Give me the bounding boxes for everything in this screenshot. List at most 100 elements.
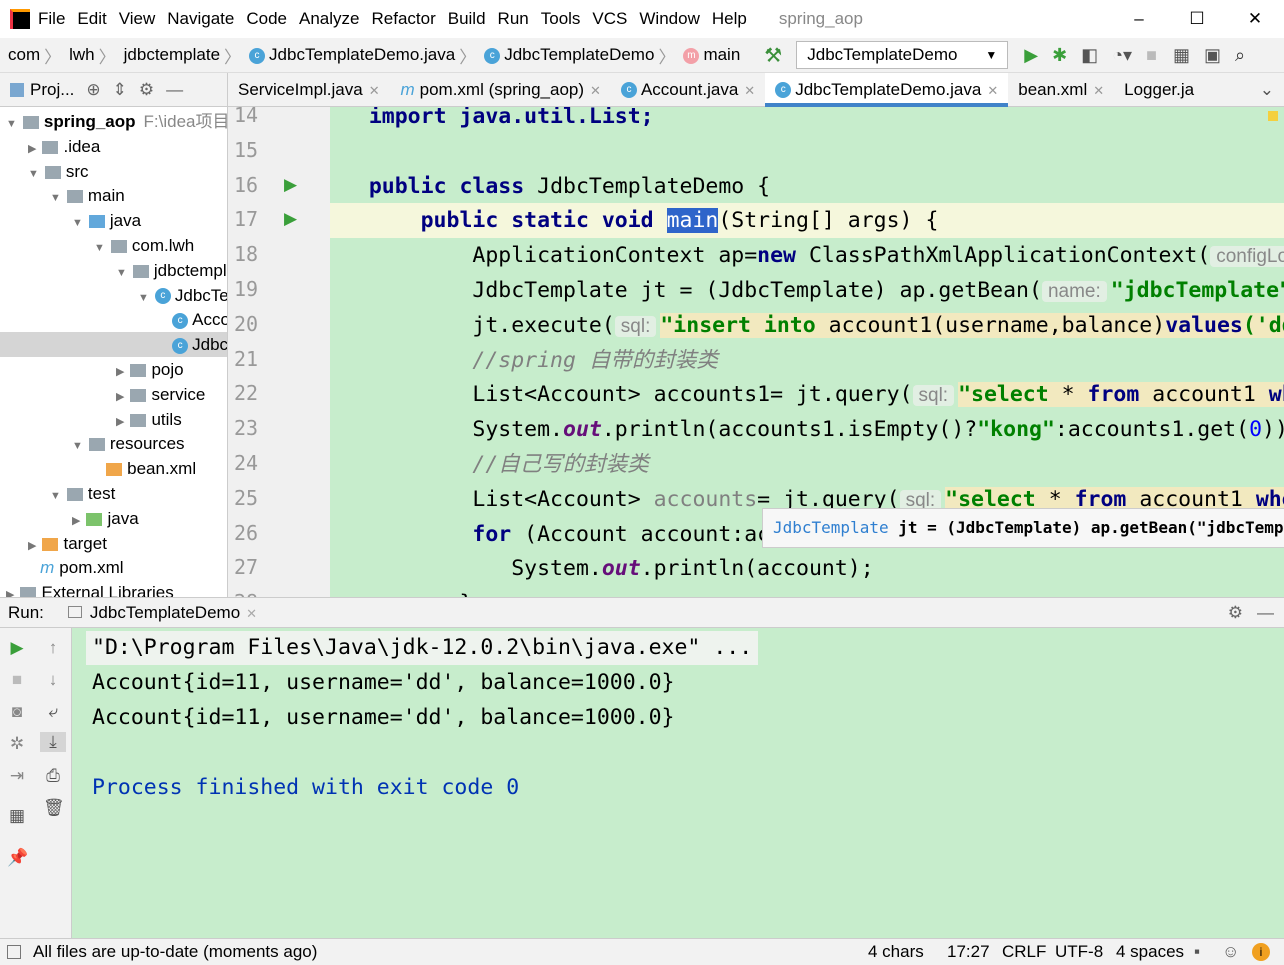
- close-tab-icon[interactable]: ✕: [1093, 83, 1104, 98]
- minimize-button[interactable]: –: [1110, 9, 1168, 29]
- gear-icon[interactable]: ⚙: [139, 80, 154, 100]
- tree-item[interactable]: ▶ target: [28, 531, 107, 556]
- breadcrumb-item[interactable]: lwh: [69, 45, 95, 65]
- hide-panel-icon[interactable]: —: [1257, 603, 1274, 623]
- settings-icon[interactable]: ✲: [7, 734, 27, 754]
- tree-item[interactable]: m pom.xml: [28, 555, 123, 580]
- menu-run[interactable]: Run: [498, 9, 529, 28]
- trash-icon[interactable]: 🗑: [43, 798, 65, 818]
- menu-view[interactable]: View: [119, 9, 156, 28]
- tree-item[interactable]: ▼ test: [50, 481, 115, 506]
- menu-help[interactable]: Help: [712, 9, 747, 28]
- locate-icon[interactable]: ⊕: [86, 80, 100, 100]
- stop-icon[interactable]: ■: [1146, 45, 1157, 66]
- search-icon[interactable]: ⌕: [1235, 45, 1245, 66]
- tree-item[interactable]: ▶ pojo: [116, 357, 184, 382]
- line-separator[interactable]: CRLF: [1002, 939, 1046, 965]
- tree-item[interactable]: ▶ java: [72, 506, 139, 531]
- close-button[interactable]: ✕: [1226, 9, 1284, 29]
- expanded-arrow-icon[interactable]: ▼: [116, 267, 127, 279]
- tab-account-java[interactable]: c Account.java ✕: [611, 73, 765, 107]
- run-tab[interactable]: JdbcTemplateDemo ✕: [67, 603, 257, 623]
- menu-navigate[interactable]: Navigate: [167, 9, 234, 28]
- indent-setting[interactable]: 4 spaces: [1116, 939, 1184, 965]
- close-tab-icon[interactable]: ✕: [590, 83, 601, 98]
- tree-item[interactable]: ▼ com.lwh: [94, 233, 194, 258]
- tree-item[interactable]: ▼jdbctemplate: [116, 258, 227, 283]
- collapse-all-icon[interactable]: ⇕: [113, 80, 127, 100]
- close-tab-icon[interactable]: ✕: [246, 606, 257, 621]
- menu-tools[interactable]: Tools: [541, 9, 581, 28]
- profile-icon[interactable]: ◔▾: [1112, 45, 1132, 66]
- pin-icon[interactable]: 📌: [7, 848, 28, 868]
- tree-item[interactable]: bean.xml: [94, 456, 196, 481]
- camera-icon[interactable]: ◙: [7, 702, 27, 722]
- tab-bean-xml[interactable]: bean.xml ✕: [1008, 73, 1114, 107]
- tree-item[interactable]: ▼ java: [72, 208, 141, 233]
- menu-edit[interactable]: Edit: [77, 9, 106, 28]
- exit-icon[interactable]: ⇥: [7, 766, 27, 786]
- run-configuration-select[interactable]: JdbcTemplateDemo ▼: [796, 41, 1009, 69]
- tree-item[interactable]: ▼ resources: [72, 431, 185, 456]
- event-log-icon[interactable]: i: [1252, 943, 1270, 961]
- collapsed-arrow-icon[interactable]: [160, 341, 166, 353]
- coverage-icon[interactable]: ◧: [1081, 45, 1098, 66]
- lock-icon[interactable]: ▪: [1194, 939, 1200, 965]
- collapsed-arrow-icon[interactable]: ▶: [72, 515, 80, 527]
- expanded-arrow-icon[interactable]: ▼: [72, 440, 83, 452]
- maximize-button[interactable]: ☐: [1168, 9, 1226, 29]
- menu-file[interactable]: File: [38, 9, 65, 28]
- tree-item[interactable]: cAccount: [160, 307, 227, 332]
- caret-position[interactable]: 17:27: [947, 939, 990, 965]
- collapsed-arrow-icon[interactable]: ▶: [28, 143, 36, 155]
- expanded-arrow-icon[interactable]: ▼: [6, 118, 17, 130]
- tree-item[interactable]: ▼ spring_aop F:\idea项目: [6, 109, 227, 134]
- menu-window[interactable]: Window: [639, 9, 699, 28]
- settings-gear-icon[interactable]: ⚙: [1228, 603, 1243, 623]
- close-tab-icon[interactable]: ✕: [987, 83, 998, 98]
- collapsed-arrow-icon[interactable]: ▶: [116, 416, 124, 428]
- run-console[interactable]: "D:\Program Files\Java\jdk-12.0.2\bin\ja…: [72, 628, 1284, 938]
- collapsed-arrow-icon[interactable]: ▶: [6, 589, 14, 597]
- layout-icon[interactable]: ▦: [7, 806, 27, 826]
- debug-icon[interactable]: ✱: [1052, 45, 1067, 66]
- status-toggle-icon[interactable]: [7, 945, 21, 959]
- down-arrow-icon[interactable]: ↓: [43, 670, 63, 690]
- project-structure-icon[interactable]: ▦: [1173, 45, 1190, 66]
- expanded-arrow-icon[interactable]: ▼: [28, 168, 39, 180]
- tree-item[interactable]: ▼ main: [50, 183, 125, 208]
- tab-logger-ja[interactable]: Logger.ja: [1114, 73, 1204, 107]
- collapsed-arrow-icon[interactable]: ▶: [116, 391, 124, 403]
- file-encoding[interactable]: UTF-8: [1055, 939, 1103, 965]
- expanded-arrow-icon[interactable]: ▼: [138, 292, 149, 304]
- tree-item[interactable]: ▶ .idea: [28, 134, 100, 159]
- soft-wrap-icon[interactable]: ⤶: [43, 702, 63, 722]
- breadcrumb-item[interactable]: c JdbcTemplateDemo: [484, 45, 654, 65]
- breadcrumb-item[interactable]: c JdbcTemplateDemo.java: [249, 45, 455, 65]
- inspector-icon[interactable]: ☺: [1222, 939, 1239, 965]
- run-gutter-icon[interactable]: ▶: [284, 209, 297, 229]
- up-arrow-icon[interactable]: ↑: [43, 638, 63, 658]
- layout-icon[interactable]: ▣: [1204, 45, 1221, 66]
- collapsed-arrow-icon[interactable]: ▶: [116, 366, 124, 378]
- build-hammer-icon[interactable]: ⚒: [764, 43, 782, 68]
- expanded-arrow-icon[interactable]: ▼: [94, 242, 105, 254]
- rerun-icon[interactable]: ▶: [7, 638, 27, 658]
- close-tab-icon[interactable]: ✕: [369, 83, 380, 98]
- run-gutter-icon[interactable]: ▶: [284, 175, 297, 195]
- run-icon[interactable]: ▶: [1024, 45, 1038, 66]
- tab-serviceimpl-java[interactable]: ServiceImpl.java ✕: [228, 73, 390, 107]
- menu-build[interactable]: Build: [448, 9, 486, 28]
- collapsed-arrow-icon[interactable]: [160, 316, 166, 328]
- breadcrumb-item[interactable]: m main: [683, 45, 740, 65]
- tab-pom-xml-spring-aop-[interactable]: m pom.xml (spring_aop) ✕: [390, 73, 611, 107]
- tabs-overflow-chevron-icon[interactable]: ⌄: [1260, 80, 1274, 100]
- tree-item[interactable]: ▶ service: [116, 382, 205, 407]
- tree-item[interactable]: ▼cJdbcTemplateDemo: [138, 283, 227, 308]
- expanded-arrow-icon[interactable]: ▼: [50, 490, 61, 502]
- print-icon[interactable]: ⎙: [43, 766, 63, 786]
- menu-analyze[interactable]: Analyze: [299, 9, 359, 28]
- hide-icon[interactable]: —: [166, 80, 183, 100]
- tree-item[interactable]: ▶ utils: [116, 407, 182, 432]
- project-view-select[interactable]: Proj...: [10, 80, 74, 100]
